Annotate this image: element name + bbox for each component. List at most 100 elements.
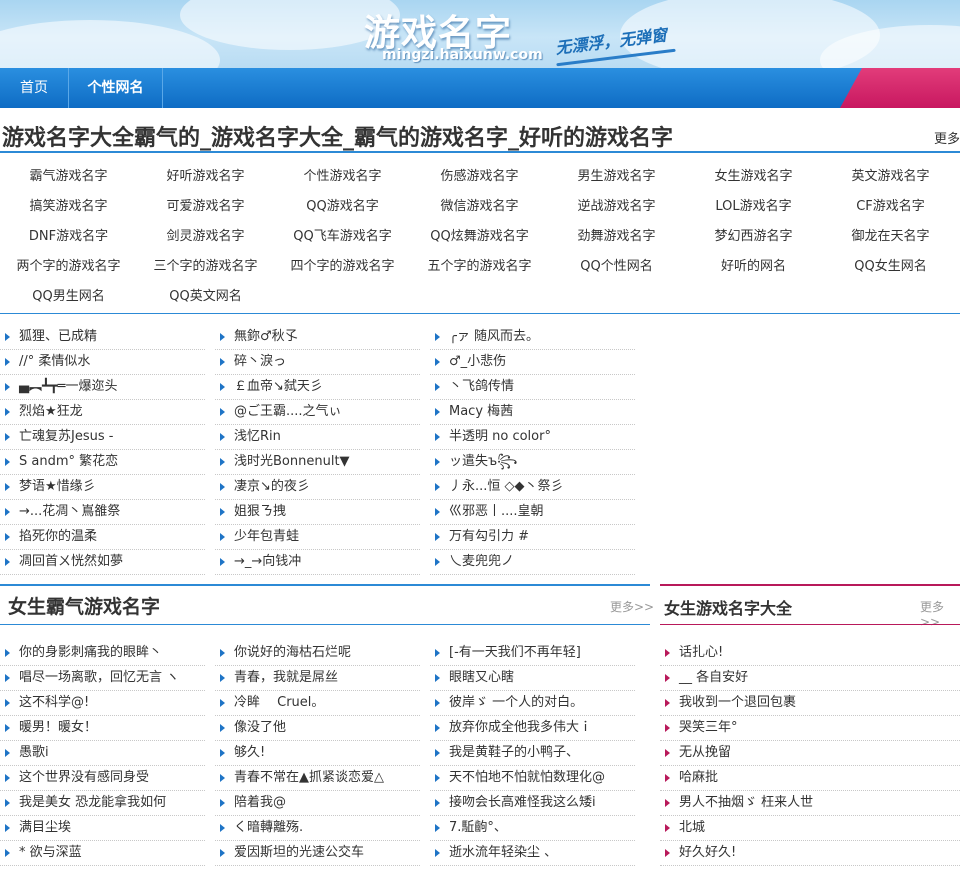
list-item-text[interactable]: 巛邪恶丨....皇朝 xyxy=(449,504,544,519)
list-item-text[interactable]: 青春，我就是屌丝 xyxy=(234,670,338,685)
category-link[interactable]: QQ英文网名 xyxy=(137,285,274,304)
list-item-text[interactable]: 浅忆Rin xyxy=(234,429,281,444)
category-link[interactable]: QQ男生网名 xyxy=(0,285,137,304)
list-item-text[interactable]: 无从挽留 xyxy=(679,745,731,760)
list-item[interactable]: 彼岸ゞ 一个人的对白。 xyxy=(430,691,635,716)
list-item[interactable]: 这不科学@! xyxy=(0,691,205,716)
list-item[interactable]: ╭ァ 随风而去。 xyxy=(430,325,635,350)
list-item-text[interactable]: 烈焰★狂龙 xyxy=(19,404,83,419)
list-item-text[interactable]: 哈麻批 xyxy=(679,770,718,785)
list-item-text[interactable]: ￡血帝↘弑天彡 xyxy=(234,379,323,394)
list-item-text[interactable]: 7.駈齣°、 xyxy=(449,820,507,835)
list-item[interactable]: 接吻会长高难怪我这么矮i xyxy=(430,791,635,816)
list-item[interactable]: 我是黄鞋子的小鸭子、 xyxy=(430,741,635,766)
list-item[interactable]: 像没了他 xyxy=(215,716,420,741)
list-item-text[interactable]: ▄︻┻┳═一爆迩头 xyxy=(19,379,117,394)
list-item-text[interactable]: 哭笑三年° xyxy=(679,720,738,735)
list-item-text[interactable]: 唱尽一场离歌，回忆无言 ヽ xyxy=(19,670,179,685)
category-link[interactable]: 四个字的游戏名字 xyxy=(274,255,411,274)
list-item-text[interactable]: 北城 xyxy=(679,820,705,835)
list-item-text[interactable]: 愚歌i xyxy=(19,745,49,760)
list-item[interactable]: 唱尽一场离歌，回忆无言 ヽ xyxy=(0,666,205,691)
list-item-text[interactable]: 冷眸 Cruel。 xyxy=(234,695,324,710)
list-item-text[interactable]: 够久! xyxy=(234,745,265,760)
list-item[interactable]: ￡血帝↘弑天彡 xyxy=(215,375,420,400)
category-link[interactable]: DNF游戏名字 xyxy=(0,225,137,244)
list-item[interactable]: 碎丶淚っ xyxy=(215,350,420,375)
list-item[interactable]: 乀麦兜兜ノ xyxy=(430,550,635,575)
list-item[interactable]: ▄︻┻┳═一爆迩头 xyxy=(0,375,205,400)
category-link[interactable]: 梦幻西游名字 xyxy=(685,225,822,244)
list-item-text[interactable]: * 欲与深蓝 xyxy=(19,845,82,860)
list-item[interactable]: ッ遣失ъ꧂ xyxy=(430,450,635,475)
list-item-text[interactable]: ♂_小悲伤 xyxy=(449,354,506,369)
category-link[interactable]: 三个字的游戏名字 xyxy=(137,255,274,274)
list-item-text[interactable]: 梦语★惜缘彡 xyxy=(19,479,96,494)
list-item[interactable]: S andm° 繁花恋 xyxy=(0,450,205,475)
category-link[interactable]: 女生游戏名字 xyxy=(685,165,822,184)
list-item[interactable]: * 欲与深蓝 xyxy=(0,841,205,866)
list-item[interactable]: 丶飞鸽传情 xyxy=(430,375,635,400)
list-item[interactable]: 爱因斯坦的光速公交车 xyxy=(215,841,420,866)
list-item[interactable]: 梦语★惜缘彡 xyxy=(0,475,205,500)
list-item[interactable]: 满目尘埃 xyxy=(0,816,205,841)
list-item[interactable]: 万有勾引力 # xyxy=(430,525,635,550)
list-item[interactable]: 7.駈齣°、 xyxy=(430,816,635,841)
category-link[interactable]: QQ游戏名字 xyxy=(274,195,411,214)
list-item[interactable]: 好久好久! xyxy=(660,841,960,866)
list-item-text[interactable]: 你说好的海枯石烂呢 xyxy=(234,645,351,660)
list-item-text[interactable]: ッ遣失ъ꧂ xyxy=(449,454,518,469)
list-item-text[interactable]: 浅时光Bonnenult▼ xyxy=(234,454,350,469)
category-link[interactable]: 好听游戏名字 xyxy=(137,165,274,184)
list-item[interactable]: 你的身影刺痛我的眼眸丶 xyxy=(0,641,205,666)
list-item-text[interactable]: 放弃你成全他我多伟大ｉ xyxy=(449,720,592,735)
category-link[interactable]: 逆战游戏名字 xyxy=(548,195,685,214)
list-item-text[interactable]: 好久好久! xyxy=(679,845,736,860)
list-item-text[interactable]: 少年包青蛙 xyxy=(234,529,299,544)
category-link[interactable]: QQ女生网名 xyxy=(822,255,959,274)
list-item-text[interactable]: 男人不抽烟ゞ 枉来人世 xyxy=(679,795,813,810)
list-item[interactable]: 掐死你的温柔 xyxy=(0,525,205,550)
list-item-text[interactable]: 逝水流年轻染尘 、 xyxy=(449,845,557,860)
list-item-text[interactable]: 乀麦兜兜ノ xyxy=(449,554,514,569)
list-item[interactable]: __ 各自安好 xyxy=(660,666,960,691)
list-item[interactable]: 無鉨♂秋孓 xyxy=(215,325,420,350)
list-item-text[interactable]: →...花凋丶嶌雒祭 xyxy=(19,504,120,519)
list-item-text[interactable]: 丶飞鸽传情 xyxy=(449,379,514,394)
category-link[interactable]: CF游戏名字 xyxy=(822,195,959,214)
list-item-text[interactable]: 狐狸、已成精 xyxy=(19,329,97,344)
list-item-text[interactable]: 半透明 no color° xyxy=(449,429,551,444)
list-item-text[interactable]: S andm° 繁花恋 xyxy=(19,454,118,469)
nav-personal-names[interactable]: 个性网名 xyxy=(69,68,162,108)
list-item[interactable]: 少年包青蛙 xyxy=(215,525,420,550)
list-item-text[interactable]: 碎丶淚っ xyxy=(234,354,286,369)
list-item-text[interactable]: 接吻会长高难怪我这么矮i xyxy=(449,795,596,810)
category-link[interactable]: 御龙在天名字 xyxy=(822,225,959,244)
list-item[interactable]: 半透明 no color° xyxy=(430,425,635,450)
list-item[interactable]: 这个世界没有感同身受 xyxy=(0,766,205,791)
nav-home[interactable]: 首页 xyxy=(0,68,68,108)
list-item[interactable]: 哈麻批 xyxy=(660,766,960,791)
list-item[interactable]: ♂_小悲伤 xyxy=(430,350,635,375)
list-item[interactable]: 陪着我@ xyxy=(215,791,420,816)
list-item-text[interactable]: 陪着我@ xyxy=(234,795,286,810)
list-item-text[interactable]: 满目尘埃 xyxy=(19,820,71,835)
list-item-text[interactable]: 我是美女 恐龙能拿我如何 xyxy=(19,795,166,810)
category-link[interactable]: 男生游戏名字 xyxy=(548,165,685,184)
list-item[interactable]: 眼瞎又心瞎 xyxy=(430,666,635,691)
list-item[interactable]: 愚歌i xyxy=(0,741,205,766)
list-item[interactable]: 浅时光Bonnenult▼ xyxy=(215,450,420,475)
list-item-text[interactable]: 彼岸ゞ 一个人的对白。 xyxy=(449,695,583,710)
category-link[interactable]: 两个字的游戏名字 xyxy=(0,255,137,274)
list-item[interactable]: 丿永...恒 ◇◆丶祭彡 xyxy=(430,475,635,500)
list-item[interactable]: 凋回首ㄨ恍然如夢 xyxy=(0,550,205,575)
list-item[interactable]: 冷眸 Cruel。 xyxy=(215,691,420,716)
category-link[interactable]: 英文游戏名字 xyxy=(822,165,959,184)
list-item-text[interactable]: 天不怕地不怕就怕数理化@ xyxy=(449,770,605,785)
list-item-text[interactable]: 万有勾引力 # xyxy=(449,529,529,544)
list-item[interactable]: 凄京↘的夜彡 xyxy=(215,475,420,500)
list-item-text[interactable]: 像没了他 xyxy=(234,720,286,735)
category-link[interactable]: QQ个性网名 xyxy=(548,255,685,274)
list-item-text[interactable]: 凋回首ㄨ恍然如夢 xyxy=(19,554,123,569)
category-link[interactable]: 劲舞游戏名字 xyxy=(548,225,685,244)
